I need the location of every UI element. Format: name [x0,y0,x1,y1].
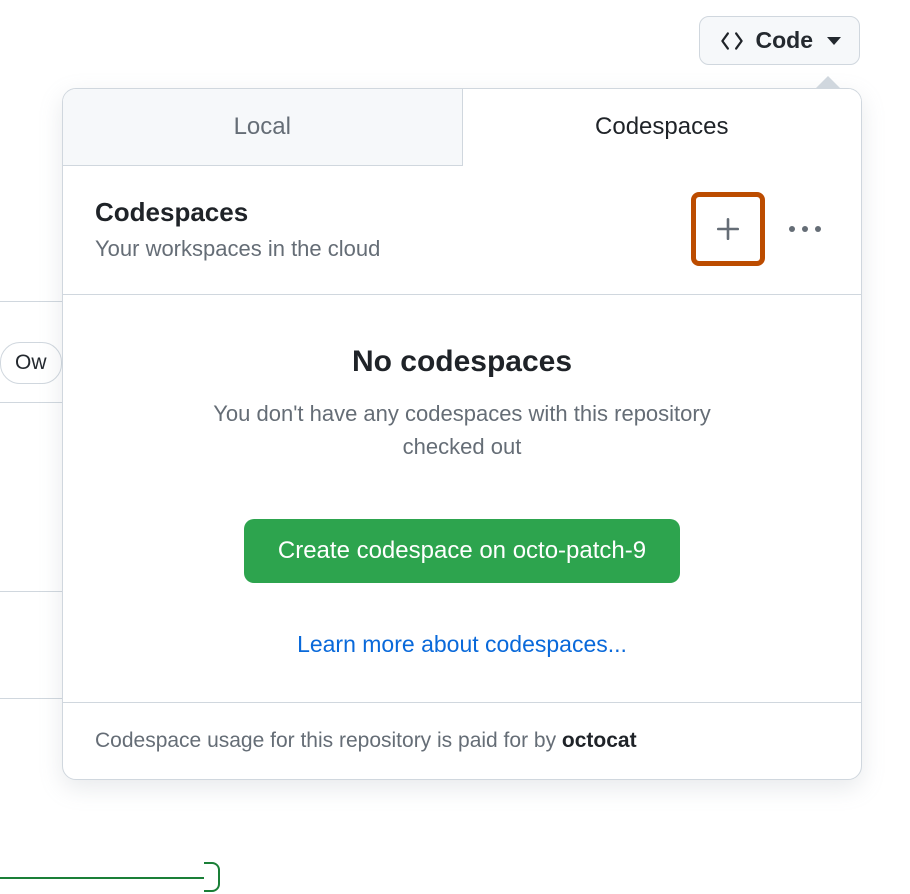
footer-prefix: Codespace usage for this repository is p… [95,729,562,752]
codespaces-header-text: Codespaces Your workspaces in the cloud [95,197,380,262]
empty-state-title: No codespaces [95,345,829,379]
bg-divider [0,591,65,592]
bg-pill-owner: Ow [0,342,62,384]
learn-more-link[interactable]: Learn more about codespaces... [95,631,829,658]
bg-divider [0,301,65,302]
bg-divider [0,698,65,699]
codespaces-title: Codespaces [95,197,380,228]
code-button-label: Code [756,27,814,54]
tab-local[interactable]: Local [63,89,462,166]
codespaces-footer: Codespace usage for this repository is p… [63,703,861,779]
bg-green-cap [204,862,220,892]
code-icon [718,30,746,52]
bg-divider [0,402,65,403]
codespaces-header: Codespaces Your workspaces in the cloud [63,166,861,295]
code-dropdown: Local Codespaces Codespaces Your workspa… [62,88,862,780]
bg-green-accent [0,877,220,879]
create-codespace-button[interactable] [691,192,765,266]
codespaces-empty-state: No codespaces You don't have any codespa… [63,295,861,703]
codespaces-options-button[interactable] [781,218,829,240]
codespaces-subtitle: Your workspaces in the cloud [95,236,380,262]
codespaces-header-actions [691,192,829,266]
tab-codespaces[interactable]: Codespaces [462,89,862,166]
create-codespace-on-branch-button[interactable]: Create codespace on octo-patch-9 [244,519,680,583]
dropdown-pointer [816,77,840,89]
kebab-dot-icon [802,226,808,232]
code-button[interactable]: Code [699,16,861,65]
kebab-dot-icon [789,226,795,232]
empty-state-description: You don't have any codespaces with this … [202,397,722,463]
footer-payer: octocat [562,729,637,752]
dropdown-tabs: Local Codespaces [63,89,861,166]
kebab-dot-icon [815,226,821,232]
plus-icon [715,216,741,242]
chevron-down-icon [827,37,841,45]
